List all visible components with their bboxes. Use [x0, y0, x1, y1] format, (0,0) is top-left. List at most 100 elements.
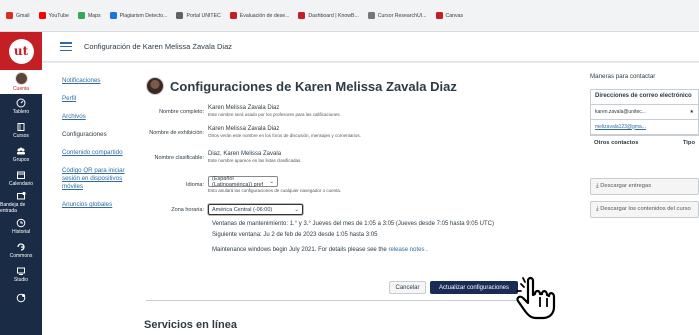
language-selected: (Español (Latinoamérica)) pref: [212, 175, 264, 188]
nav-inbox[interactable]: Bandeja de entrada: [0, 190, 42, 214]
nav-link-global-announcements[interactable]: Anuncios globales: [62, 201, 134, 209]
nav-courses[interactable]: Cursos: [0, 118, 42, 142]
global-nav: ut Cuenta Tablero Cursos Grupos Calendar…: [0, 32, 42, 335]
history-icon: [16, 218, 26, 227]
commons-icon: [17, 242, 25, 251]
breadcrumb[interactable]: Configuración de Karen Melissa Zavala Di…: [84, 42, 232, 51]
cancel-button[interactable]: Cancelar: [389, 281, 426, 294]
bookmark-favicon-icon: [109, 12, 117, 19]
email-secondary-row: melizavala123@gma...: [591, 120, 698, 135]
star-icon[interactable]: ★: [690, 109, 694, 115]
calendar-icon: [17, 171, 25, 179]
other-contacts-row: Otros contactos Tipo: [590, 136, 699, 150]
nav-more[interactable]: [0, 286, 42, 310]
inbox-icon: [17, 191, 26, 199]
groups-icon: [17, 147, 25, 154]
nav-link-profile[interactable]: Perfil: [62, 95, 134, 103]
page-title: Configuraciones de Karen Melissa Zavala …: [170, 78, 457, 94]
bookmarks-bar: Gmail YouTube Maps Plagiarism Detecto... Por…: [0, 0, 699, 32]
nav-label: Commons: [9, 252, 33, 259]
nav-label: Cursos: [13, 132, 29, 139]
full-name-hint: Este nombre será usado por los profesore…: [208, 112, 341, 117]
bookmark-item[interactable]: Portal UNITEC: [176, 12, 221, 19]
nav-link-shared-content[interactable]: Contenido compartido: [62, 149, 134, 157]
nav-label: Calendario: [8, 180, 34, 187]
bookmark-item[interactable]: Evaluación de dese...: [229, 12, 289, 19]
full-name-value: Karen Melissa Zavala Diaz: [208, 105, 280, 111]
nav-groups[interactable]: Grupos: [0, 142, 42, 166]
email-secondary[interactable]: melizavala123@gma...: [595, 124, 646, 130]
nav-link-files[interactable]: Archivos: [62, 113, 134, 121]
nav-commons[interactable]: Commons: [0, 238, 42, 262]
chevron-down-icon: ⌄: [269, 178, 274, 185]
timezone-select[interactable]: América Central (-06:00) ⌄: [208, 204, 303, 215]
book-icon: [17, 122, 25, 131]
release-notes-link[interactable]: release notes: [388, 247, 424, 253]
online-services-heading: Servicios en línea: [144, 319, 237, 331]
divider: [146, 300, 521, 301]
nav-history[interactable]: Historial: [0, 214, 42, 238]
sortable-name-hint: Este nombre aparece en las listas clasif…: [208, 158, 302, 163]
clock-icon: [16, 293, 26, 303]
timezone-selected: América Central (-06:00): [212, 206, 273, 213]
bookmark-item[interactable]: Canvas: [435, 12, 463, 19]
maintenance-windows: Ventanas de mantenimiento: 1.° y 3.° Jue…: [212, 221, 494, 227]
display-name-value: Karen Melissa Zavala Diaz: [208, 126, 280, 132]
chevron-down-icon: ⌄: [294, 206, 299, 213]
bookmark-item[interactable]: Dashboard | KnowB...: [298, 12, 359, 19]
bookmark-item[interactable]: YouTube: [38, 12, 69, 19]
main-content: Notificaciones Perfil Archivos Configura…: [42, 63, 699, 335]
type-label: Tipo: [682, 139, 695, 146]
other-contacts-label: Otros contactos: [594, 139, 639, 146]
bookmark-favicon-icon: [367, 12, 375, 19]
nav-studio[interactable]: Studio: [0, 262, 42, 286]
row-sortable-name: Nombre clasificable: Diaz, Karen Melissa…: [146, 151, 302, 163]
email-primary[interactable]: karen.zavala@unitec...: [595, 109, 646, 115]
bookmark-favicon-icon: [298, 12, 306, 19]
bookmark-favicon-icon: [77, 12, 85, 19]
page-header: Configuración de Karen Melissa Zavala Di…: [42, 32, 699, 62]
profile-avatar: [146, 77, 164, 95]
dashboard-icon: [16, 98, 26, 107]
brand-area: ut: [0, 32, 42, 70]
nav-link-qr-code[interactable]: Código QR para iniciar sesión en disposi…: [62, 167, 134, 191]
studio-icon: [17, 267, 25, 275]
download-submissions-button[interactable]: ⤓ Descargar entregas: [590, 177, 699, 195]
contact-sidebar: Maneras para contactar Direcciones de co…: [590, 73, 699, 218]
nav-link-settings[interactable]: Configuraciones: [62, 131, 134, 139]
nav-account[interactable]: Cuenta: [0, 70, 42, 94]
full-name-label: Nombre completo:: [159, 109, 204, 115]
row-language: Idioma: (Español (Latinoamérica)) pref ⌄…: [146, 175, 342, 194]
title-row: Configuraciones de Karen Melissa Zavala …: [146, 77, 457, 95]
nav-label: Studio: [13, 276, 29, 283]
nav-label: Bandeja de entrada: [0, 201, 26, 214]
unitec-logo[interactable]: ut: [8, 38, 34, 64]
nav-link-notifications[interactable]: Notificaciones: [62, 77, 134, 85]
nav-label: Cuenta: [12, 86, 30, 92]
bookmark-item[interactable]: Plagiarism Detecto...: [109, 12, 167, 19]
language-select[interactable]: (Español (Latinoamérica)) pref ⌄: [208, 175, 278, 188]
language-hint: Esto anulará las configuraciones de cual…: [208, 188, 342, 193]
nav-calendar[interactable]: Calendario: [0, 166, 42, 190]
bookmark-favicon-icon: [435, 12, 443, 19]
bookmark-favicon-icon: [6, 12, 13, 19]
bookmark-item[interactable]: Maps: [77, 12, 101, 19]
sortable-name-value: Diaz, Karen Melissa Zavala: [208, 151, 282, 157]
bookmark-favicon-icon: [38, 12, 46, 19]
update-settings-button[interactable]: Actualizar configuraciones: [430, 281, 518, 294]
language-label: Idioma:: [185, 182, 204, 188]
timezone-label: Zona horaria:: [171, 207, 204, 213]
bookmark-item[interactable]: Cursor ResearchUI...: [367, 12, 427, 19]
bookmark-item[interactable]: Gmail: [6, 12, 30, 19]
nav-label: Tablero: [12, 108, 30, 115]
nav-dashboard[interactable]: Tablero: [0, 94, 42, 118]
sortable-name-label: Nombre clasificable:: [154, 155, 204, 161]
nav-label: Grupos: [12, 156, 30, 163]
avatar-icon: [14, 72, 28, 85]
nav-label: Historial: [11, 228, 31, 235]
hamburger-menu-icon[interactable]: [60, 42, 72, 51]
email-box: Direcciones de correo electrónico karen.…: [590, 89, 699, 136]
bookmark-favicon-icon: [229, 12, 237, 19]
contact-methods-title: Maneras para contactar: [590, 73, 656, 80]
download-course-content-button[interactable]: ⤓ Descargar los contenidos del curso: [590, 200, 699, 218]
